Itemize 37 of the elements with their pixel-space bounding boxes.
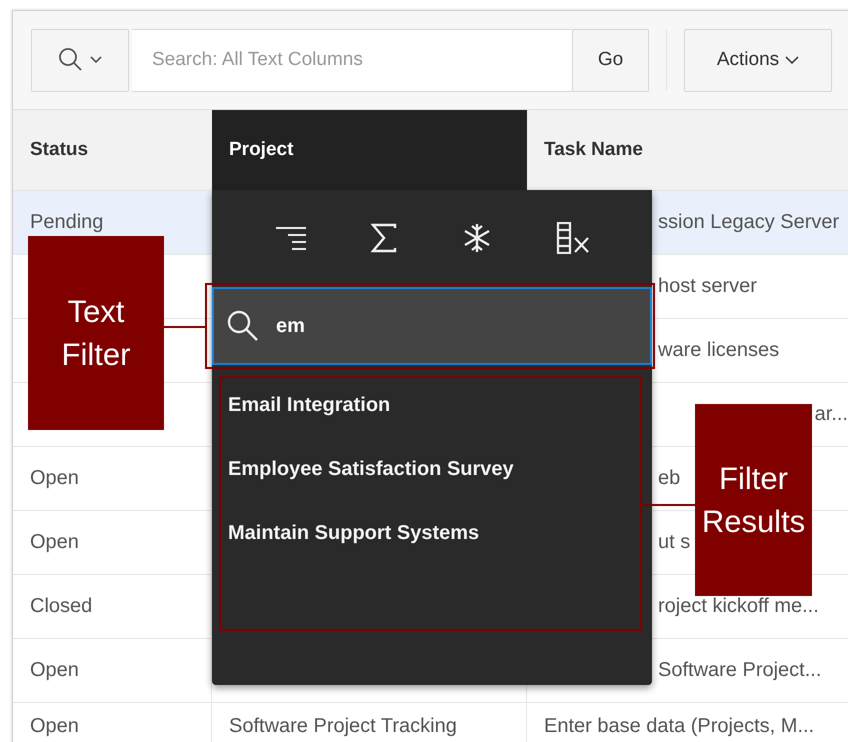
table-cell: Open xyxy=(30,659,79,682)
search-icon xyxy=(226,309,260,343)
table-cell: ssion Legacy Server xyxy=(658,211,840,234)
table-cell: Software Project... xyxy=(658,659,822,682)
leader-line xyxy=(642,504,695,506)
table-cell: Open xyxy=(30,715,79,738)
filter-result-item[interactable]: Maintain Support Systems xyxy=(228,501,652,565)
leader-line xyxy=(163,326,205,328)
table-cell: Open xyxy=(30,531,79,554)
search-icon xyxy=(58,47,84,73)
filter-result-item[interactable]: Email Integration xyxy=(228,373,652,437)
column-header[interactable]: Task Name xyxy=(527,110,848,191)
table-cell: ar... xyxy=(814,403,848,426)
table-cell: Software Project Tracking xyxy=(229,715,457,738)
table-cell: eb xyxy=(658,467,680,490)
table-cell: roject kickoff me... xyxy=(658,595,819,618)
go-button[interactable]: Go xyxy=(572,28,649,92)
actions-button[interactable]: Actions xyxy=(684,28,832,92)
table-cell: Pending xyxy=(30,211,104,234)
column-header[interactable]: Project xyxy=(212,110,527,191)
table-cell: ut s xyxy=(658,531,690,554)
table-cell: host server xyxy=(658,275,757,298)
table-cell: Enter base data (Projects, M... xyxy=(544,715,814,738)
table-cell: Open xyxy=(30,467,79,490)
callout-label: Text Filter xyxy=(28,236,164,430)
search-field[interactable]: Search: All Text Columns xyxy=(132,28,572,92)
filter-field[interactable]: em xyxy=(212,287,652,365)
column-header[interactable]: Status xyxy=(13,110,212,191)
callout-label: Filter Results xyxy=(695,404,812,596)
hide-column-icon[interactable] xyxy=(556,222,590,254)
search-column-button[interactable] xyxy=(31,28,129,92)
chevron-down-icon xyxy=(785,56,800,64)
sigma-icon[interactable] xyxy=(371,222,398,252)
table-cell: Closed xyxy=(30,595,92,618)
chevron-down-icon xyxy=(90,56,102,64)
filter-result-item[interactable]: Employee Satisfaction Survey xyxy=(228,437,652,501)
table-cell: ware licenses xyxy=(658,339,780,362)
